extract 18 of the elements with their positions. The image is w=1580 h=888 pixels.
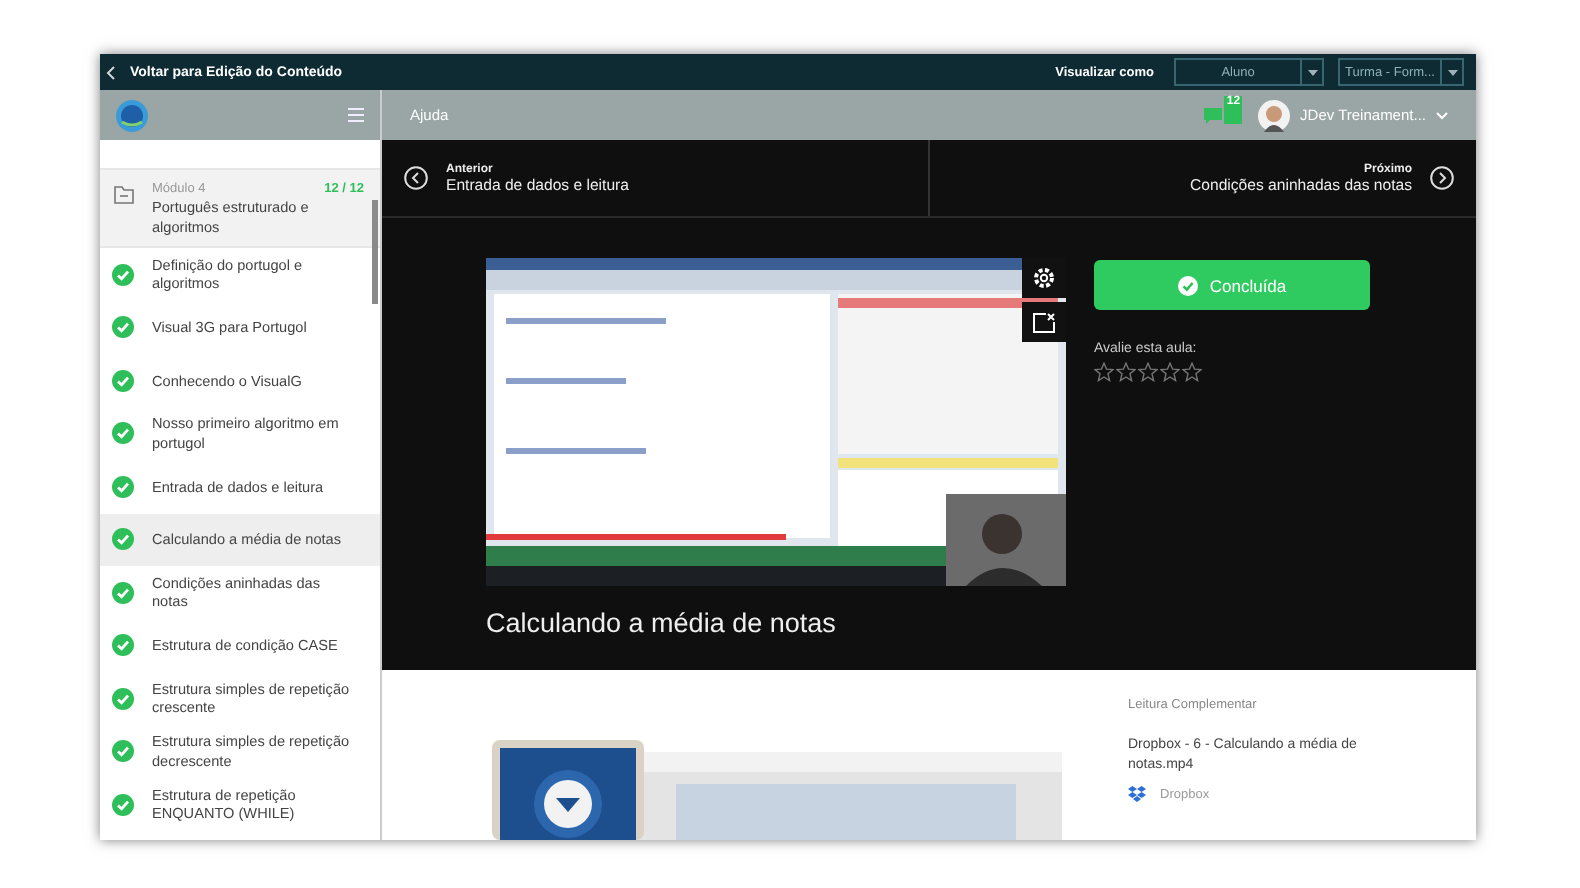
folder-icon — [114, 186, 134, 204]
caret-icon — [1300, 60, 1322, 84]
dropbox-icon — [1128, 786, 1146, 802]
next-icon — [1430, 166, 1454, 190]
star-icon[interactable] — [1138, 362, 1158, 382]
caret-icon[interactable] — [1436, 111, 1448, 119]
picture-in-picture-icon[interactable] — [1022, 302, 1066, 342]
star-icon[interactable] — [1160, 362, 1180, 382]
star-icon[interactable] — [1182, 362, 1202, 382]
avatar-icon[interactable] — [1258, 99, 1291, 131]
caret-icon — [1440, 60, 1462, 84]
back-chevron-icon — [106, 65, 116, 79]
previous-icon — [404, 166, 428, 190]
star-icon[interactable] — [1116, 362, 1136, 382]
lesson-title: Calculando a média de notas — [486, 608, 838, 638]
star-icon[interactable] — [1094, 362, 1114, 382]
logo-icon — [116, 99, 148, 131]
check-circle-icon — [1177, 275, 1198, 295]
